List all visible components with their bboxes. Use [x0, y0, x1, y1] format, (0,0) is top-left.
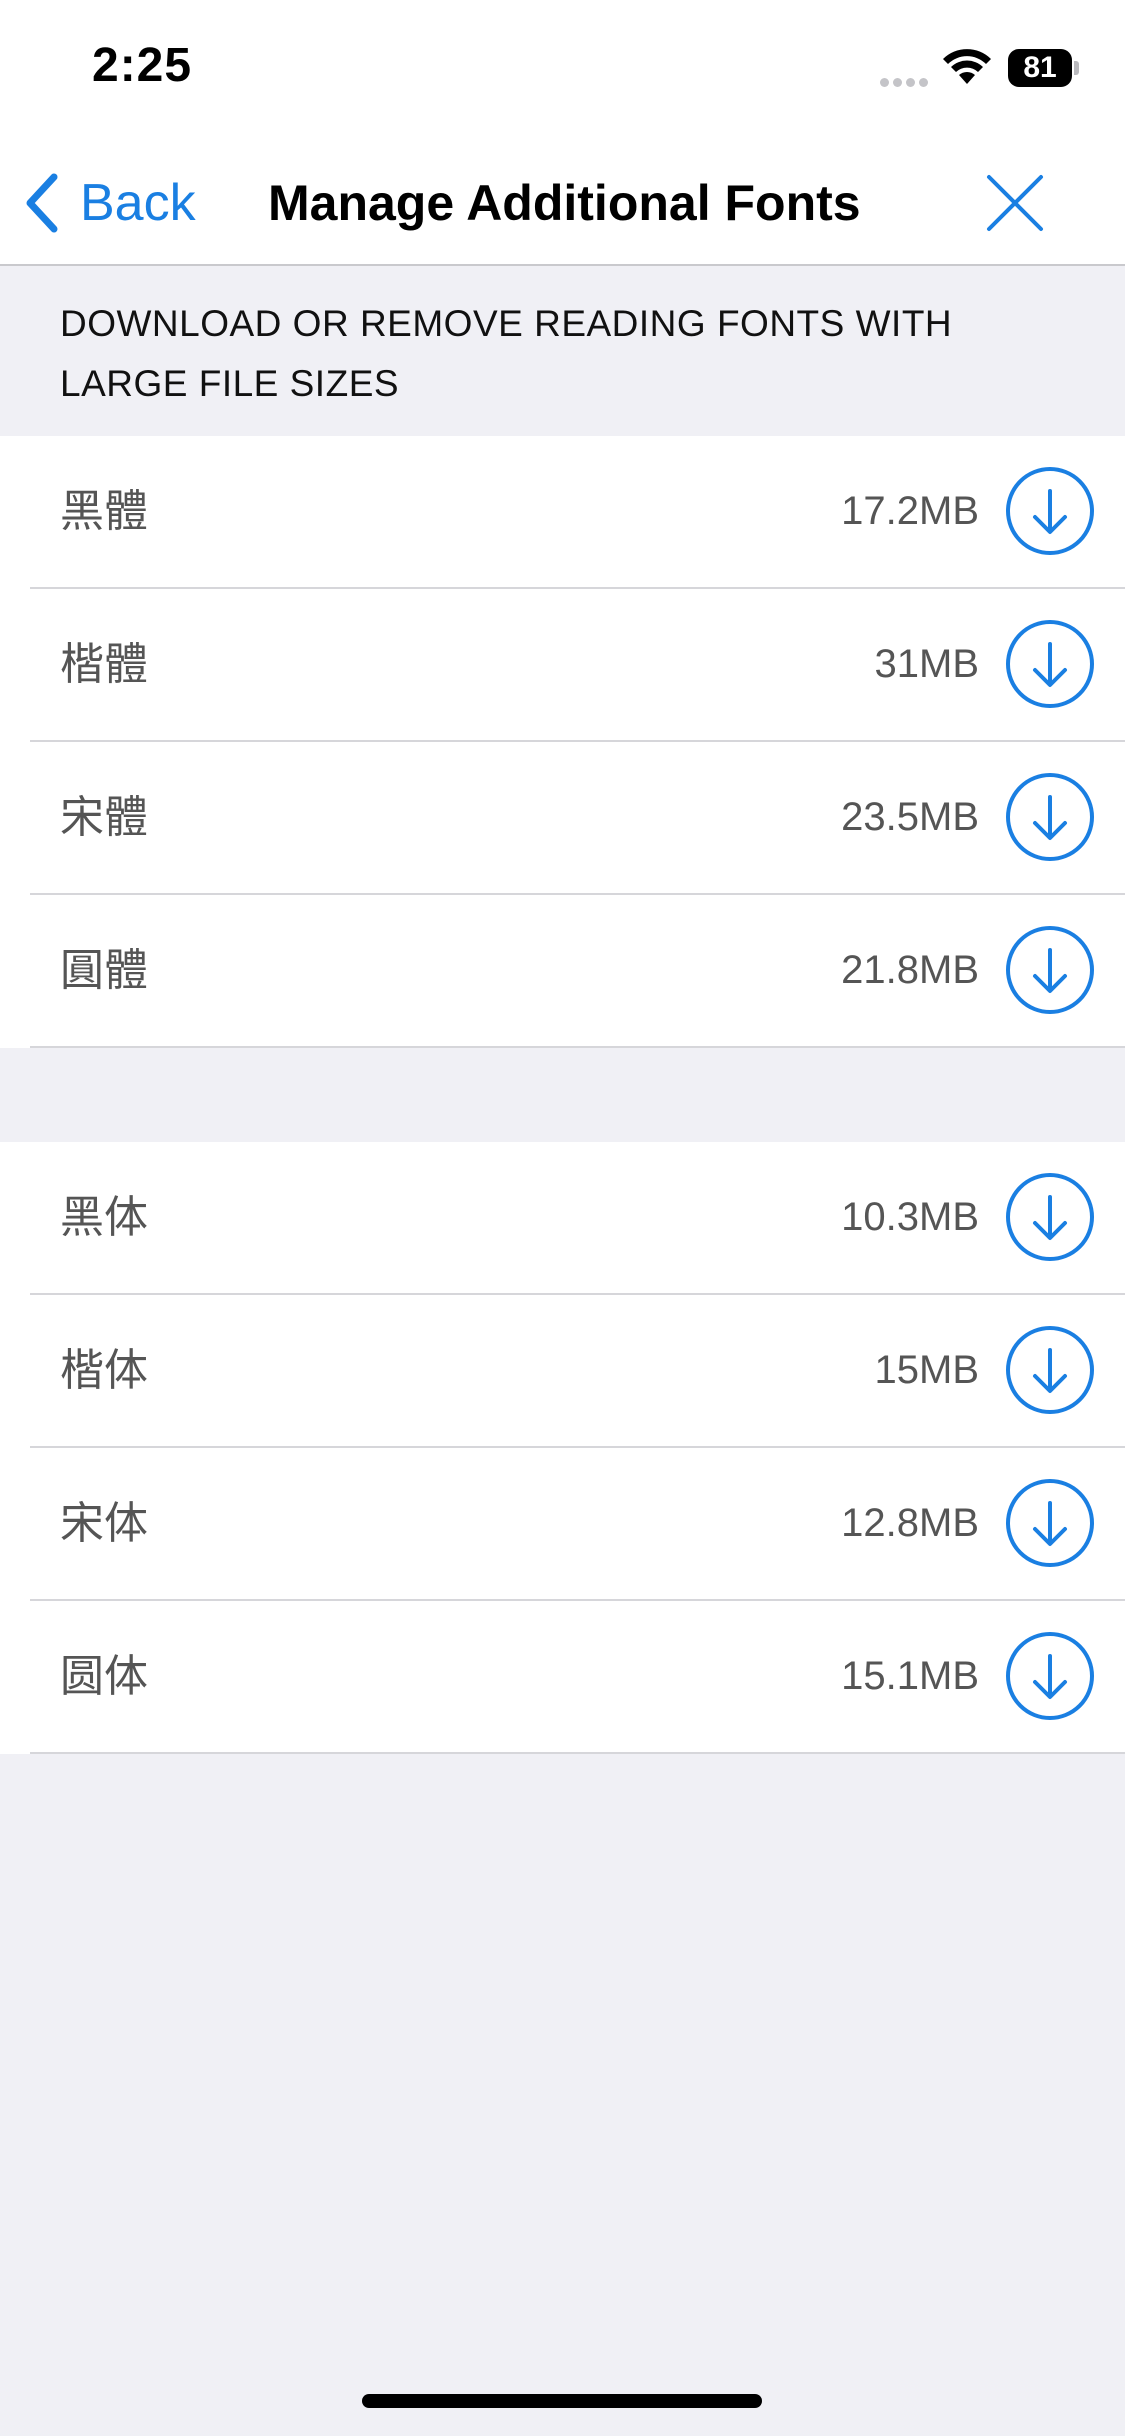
font-name: 宋体 — [60, 1499, 148, 1548]
download-circle-icon[interactable] — [1005, 925, 1095, 1015]
status-time: 2:25 — [92, 39, 193, 92]
font-size: 10.3MB — [841, 1195, 979, 1239]
font-name: 黑體 — [60, 487, 148, 536]
font-row: 圓體 21.8MB — [30, 895, 1125, 1048]
download-circle-icon[interactable] — [1005, 1325, 1095, 1415]
font-size: 12.8MB — [841, 1501, 979, 1545]
font-name: 宋體 — [60, 793, 148, 842]
font-size: 15MB — [874, 1348, 980, 1392]
font-size: 21.8MB — [841, 948, 979, 992]
font-name: 楷體 — [60, 640, 148, 689]
navigation-bar: Back Manage Additional Fonts — [0, 140, 1125, 266]
font-row: 圆体 15.1MB — [30, 1601, 1125, 1754]
download-circle-icon[interactable] — [1005, 1478, 1095, 1568]
home-indicator[interactable] — [362, 2394, 762, 2408]
font-row: 楷体 15MB — [30, 1295, 1125, 1448]
chevron-left-icon — [26, 173, 58, 233]
wifi-icon — [943, 49, 991, 84]
font-row: 楷體 31MB — [30, 589, 1125, 742]
back-label: Back — [80, 174, 196, 232]
close-icon[interactable] — [980, 168, 1050, 238]
font-row: 宋体 12.8MB — [30, 1448, 1125, 1601]
font-size: 15.1MB — [841, 1654, 979, 1698]
font-row: 黑体 10.3MB — [30, 1142, 1125, 1295]
download-circle-icon[interactable] — [1005, 1172, 1095, 1262]
section-header-text: DOWNLOAD OR REMOVE READING FONTS WITH LA… — [60, 303, 953, 404]
font-name: 圆体 — [60, 1652, 148, 1701]
status-bar: 2:25 81 — [0, 0, 1125, 140]
font-name: 圓體 — [60, 946, 148, 995]
font-name: 楷体 — [60, 1346, 148, 1395]
back-button[interactable]: Back — [24, 168, 196, 238]
download-circle-icon[interactable] — [1005, 466, 1095, 556]
font-size: 23.5MB — [841, 795, 979, 839]
battery-icon: 81 — [1008, 49, 1072, 87]
traditional-fonts-group: 黑體 17.2MB 楷體 31MB 宋體 23.5MB 圓體 21.8MB — [0, 436, 1125, 1048]
simplified-fonts-group: 黑体 10.3MB 楷体 15MB 宋体 12.8MB 圆体 15.1MB — [0, 1142, 1125, 1754]
download-circle-icon[interactable] — [1005, 772, 1095, 862]
font-name: 黑体 — [60, 1193, 148, 1242]
download-circle-icon[interactable] — [1005, 1631, 1095, 1721]
page-title: Manage Additional Fonts — [268, 175, 861, 231]
font-size: 17.2MB — [841, 489, 979, 533]
section-header: DOWNLOAD OR REMOVE READING FONTS WITH LA… — [0, 266, 1125, 436]
font-row: 黑體 17.2MB — [30, 436, 1125, 589]
download-circle-icon[interactable] — [1005, 619, 1095, 709]
font-size: 31MB — [874, 642, 980, 686]
font-row: 宋體 23.5MB — [30, 742, 1125, 895]
battery-cap — [1074, 61, 1079, 75]
cellular-signal-icon — [880, 74, 932, 92]
